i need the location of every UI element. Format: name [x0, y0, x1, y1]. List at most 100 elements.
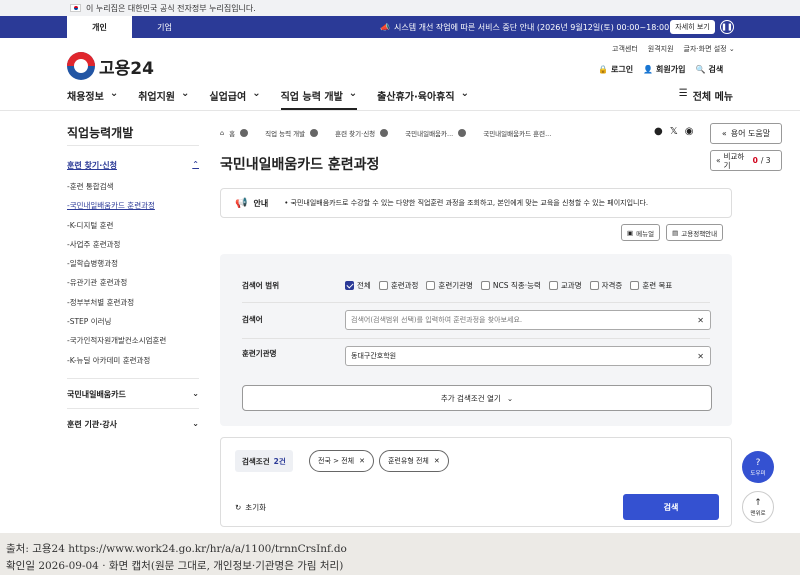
chevron-down-icon: ⌄: [506, 393, 514, 403]
local-nav: 직업능력개발 훈련 찾기·신청 ⌃ -훈련 통합검색 -국민내일배움카드 훈련과정…: [67, 124, 199, 438]
lnb-group-learning-card[interactable]: 국민내일배움카드 ⌄: [67, 377, 199, 408]
info-text: • 국민내일배움카드로 수강할 수 있는 다양한 직업훈련 과정을 조회하고, …: [284, 199, 649, 207]
keyword-label: 검색어: [242, 315, 263, 324]
scope-label: 검색어 범위: [242, 281, 280, 290]
row-divider: [242, 338, 710, 339]
util-link-customer-center[interactable]: 고객센터: [612, 44, 638, 54]
gnb-item-jobs[interactable]: 채용정보 ⌄: [67, 88, 118, 110]
manual-button[interactable]: ▣ 메뉴얼: [621, 224, 661, 241]
gov-banner-text: 이 누리집은 대한민국 공식 전자정부 누리집입니다.: [86, 3, 256, 13]
lnb-sub-item[interactable]: -일학습병행과정: [67, 254, 199, 273]
breadcrumb-item[interactable]: 직업 능력 개발: [265, 128, 305, 138]
clear-icon[interactable]: ✕: [697, 352, 704, 361]
facebook-icon[interactable]: ●: [654, 126, 663, 137]
row-divider: [242, 302, 710, 303]
scope-option-course[interactable]: 훈련과정: [378, 280, 418, 291]
chevron-down-icon: ⌄: [109, 88, 119, 99]
compare-button[interactable]: « 비교하기 0 / 3: [710, 150, 782, 171]
scope-option-goal[interactable]: 훈련 목표: [630, 280, 672, 291]
lnb-group-institutions[interactable]: 훈련 기관·강사 ⌄: [67, 407, 199, 438]
all-menu-button[interactable]: ☰ 전체 메뉴: [679, 88, 733, 103]
x-icon[interactable]: 𝕏: [670, 126, 678, 137]
login-button[interactable]: 🔒 로그인: [598, 64, 633, 75]
notice-message[interactable]: 📣 시스템 개선 작업에 따른 서비스 중단 안내 (2026년 9월12일(토…: [380, 22, 672, 33]
logo-emblem-icon: [67, 52, 95, 80]
search-panel: 검색어 범위 전체 훈련과정 훈련기관명 NCS 직종·능력 교과명 자격증 훈…: [220, 254, 732, 426]
checkbox[interactable]: [589, 281, 599, 290]
lnb-sub-item[interactable]: -국가인적자원개발컨소시엄훈련: [67, 331, 199, 350]
home-icon[interactable]: ⌂: [220, 129, 224, 137]
checkbox[interactable]: [480, 281, 490, 290]
tab-business[interactable]: 기업: [132, 16, 197, 38]
close-icon[interactable]: ✕: [434, 457, 440, 465]
conditions-panel: 검색조건 2건 전국 > 전체 ✕ 훈련유형 전체 ✕ ↻ 초기화 검색: [220, 437, 732, 527]
checkbox[interactable]: [426, 281, 436, 290]
reset-button[interactable]: ↻ 초기화: [235, 502, 266, 513]
notice-bar: 개인 기업 📣 시스템 개선 작업에 따른 서비스 중단 안내 (2026년 9…: [0, 16, 800, 38]
chat-icon[interactable]: ◉: [685, 126, 694, 137]
condition-chip-type[interactable]: 훈련유형 전체 ✕: [378, 450, 449, 472]
scope-option-subject[interactable]: 교과명: [548, 280, 582, 291]
gnb-item-vocational-training[interactable]: 직업 능력 개발 ⌄: [280, 88, 358, 110]
helper-float-button[interactable]: ? 도우미: [742, 451, 774, 483]
scope-option-certificate[interactable]: 자격증: [589, 280, 622, 291]
megaphone-icon: 📣: [380, 22, 390, 32]
chevron-circle-icon: [380, 129, 389, 137]
info-box: 📢 안내 • 국민내일배움카드로 수강할 수 있는 다양한 직업훈련 과정을 조…: [220, 188, 732, 218]
scope-option-institution[interactable]: 훈련기관명: [426, 280, 473, 291]
lnb-sub-item[interactable]: -훈련 통합검색: [67, 177, 199, 196]
util-link-remote-support[interactable]: 원격지원: [648, 44, 674, 54]
pause-icon[interactable]: ❚❚: [720, 20, 734, 34]
lnb-sub-item[interactable]: -K-디지털 훈련: [67, 216, 199, 235]
site-logo[interactable]: 고용24: [67, 52, 154, 80]
document-buttons: ▣ 메뉴얼 ▤ 고용정책안내: [621, 224, 724, 241]
clear-icon[interactable]: ✕: [697, 316, 704, 325]
close-icon[interactable]: ✕: [359, 457, 365, 465]
breadcrumb-item[interactable]: 훈련 찾기·신청: [335, 128, 375, 138]
search-button[interactable]: 검색: [623, 494, 719, 520]
user-tools: 🔒 로그인 👤 회원가입 🔍 검색: [598, 64, 723, 75]
scope-option-ncs[interactable]: NCS 직종·능력: [480, 280, 541, 291]
breadcrumb-item[interactable]: 국민내일배움카...: [405, 128, 453, 138]
chevron-down-icon: ⌄: [460, 88, 469, 99]
chevron-down-icon: ⌄: [348, 88, 358, 99]
gnb-item-unemployment-benefit[interactable]: 실업급여 ⌄: [209, 88, 260, 110]
checkbox[interactable]: [548, 281, 558, 290]
gov-banner: 이 누리집은 대한민국 공식 전자정부 누리집입니다.: [0, 0, 800, 16]
global-nav: 채용정보 ⌄ 취업지원 ⌄ 실업급여 ⌄ 직업 능력 개발 ⌄ 출산휴가·육아휴직 ⌄ ☰…: [67, 88, 733, 110]
lnb-group-training-search[interactable]: 훈련 찾기·신청 ⌃: [67, 160, 199, 171]
notice-more-button[interactable]: 자세히 보기: [670, 20, 715, 34]
caption-date: 확인일 2026-09-04 · 화면 캡처(원문 그대로, 개인정보·기관명은…: [6, 560, 344, 572]
condition-chip-region[interactable]: 전국 > 전체 ✕: [309, 450, 374, 472]
lnb-sub-item[interactable]: -STEP 이러닝: [67, 312, 199, 331]
keyword-input[interactable]: 검색어(검색범위 선택)를 입력하여 훈련과정을 찾아보세요. ✕: [345, 310, 711, 330]
tab-member[interactable]: 개인: [67, 16, 132, 38]
chevron-down-icon: ⌄: [192, 388, 199, 398]
scroll-top-button[interactable]: ↑ 맨위로: [742, 491, 774, 523]
lnb-sub-list: -훈련 통합검색 -국민내일배움카드 훈련과정 -K-디지털 훈련 -사업주 훈…: [67, 177, 199, 370]
more-conditions-button[interactable]: 추가 검색조건 열기 ⌄: [242, 385, 712, 411]
lnb-sub-item[interactable]: -K-뉴딜 아카데미 훈련과정: [67, 351, 199, 370]
source-caption: 출처: 고용24 https://www.work24.go.kr/hr/a/a…: [0, 533, 800, 575]
lnb-sub-item[interactable]: -유관기관 훈련과정: [67, 273, 199, 292]
gnb-item-parental-leave[interactable]: 출산휴가·육아휴직 ⌄: [377, 88, 469, 110]
breadcrumb-item[interactable]: 홈: [229, 128, 235, 138]
chevron-down-icon: ⌄: [181, 88, 190, 99]
signup-button[interactable]: 👤 회원가입: [643, 64, 685, 75]
scope-option-all[interactable]: 전체: [345, 280, 371, 291]
glossary-help-button[interactable]: « 용어 도움말: [710, 123, 782, 144]
lnb-sub-item[interactable]: -사업주 훈련과정: [67, 235, 199, 254]
compare-total: / 3: [760, 156, 771, 165]
lnb-sub-item[interactable]: -정부부처별 훈련과정: [67, 293, 199, 312]
page-title: 국민내일배움카드 훈련과정: [220, 157, 380, 173]
lnb-sub-item-active[interactable]: -국민내일배움카드 훈련과정: [67, 196, 199, 215]
header-search-button[interactable]: 🔍 검색: [695, 64, 723, 75]
checkbox[interactable]: [630, 281, 640, 290]
checkbox-checked[interactable]: [345, 281, 354, 290]
util-link-display-settings[interactable]: 글자·화면 설정 ⌄: [684, 44, 735, 54]
chevron-down-icon: ⌄: [192, 418, 199, 428]
checkbox[interactable]: [378, 281, 388, 290]
policy-guide-button[interactable]: ▤ 고용정책안내: [666, 224, 724, 241]
institution-input[interactable]: 동대구간호학원 ✕: [345, 346, 711, 366]
gnb-item-employment-support[interactable]: 취업지원 ⌄: [138, 88, 189, 110]
